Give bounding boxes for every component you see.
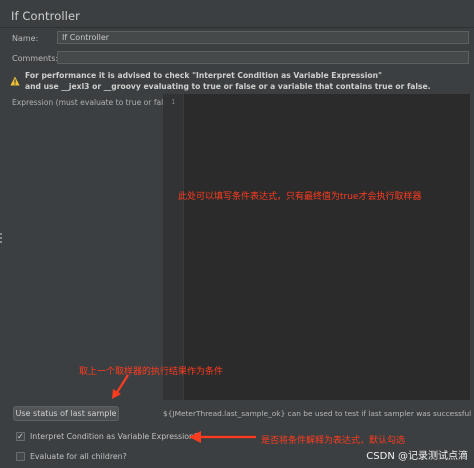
editor-annotation: 此处可以填写条件表达式，只有最终值为true才会执行取样器 <box>178 192 422 202</box>
panel-title: If Controller <box>11 9 80 23</box>
editor-gutter: 1 <box>164 94 184 400</box>
evaluate-all-children-checkbox[interactable] <box>16 452 25 461</box>
line-number: 1 <box>171 98 176 106</box>
comments-label: Comments: <box>12 54 59 63</box>
interpret-condition-label: Interpret Condition as Variable Expressi… <box>30 432 199 441</box>
watermark: CSDN @记录测试点滴 <box>366 451 468 462</box>
warning-icon <box>10 76 20 86</box>
name-label: Name: <box>12 34 39 43</box>
expression-label: Expression (must evaluate to true or fal… <box>12 98 175 107</box>
interpret-condition-checkbox[interactable]: ✓ <box>16 432 25 441</box>
check-icon: ✓ <box>17 432 24 441</box>
use-last-sample-button[interactable]: Use status of last sample <box>13 406 119 421</box>
if-controller-panel: If Controller Name: If Controller Commen… <box>0 0 474 468</box>
title-divider <box>0 27 474 28</box>
evaluate-all-children-label: Evaluate for all children? <box>30 452 127 461</box>
arrow-to-button-icon <box>112 374 129 399</box>
expression-editor[interactable]: 1 <box>163 94 470 400</box>
arrow-to-checkbox-icon <box>189 431 256 443</box>
button-annotation: 取上一个取样器的执行结果作为条件 <box>79 367 224 377</box>
comments-field[interactable] <box>57 51 469 64</box>
name-field[interactable]: If Controller <box>57 31 469 44</box>
warning-line-2: and use __jexl3 or __groovy evaluating t… <box>25 82 431 91</box>
warning-line-1: For performance it is advised to check "… <box>25 71 382 80</box>
last-sample-hint: ${JMeterThread.last_sample_ok} can be us… <box>163 409 472 418</box>
checkbox-annotation: 是否将条件解释为表达式，默认勾选 <box>261 436 406 446</box>
splitter-handle-icon[interactable] <box>0 233 3 243</box>
